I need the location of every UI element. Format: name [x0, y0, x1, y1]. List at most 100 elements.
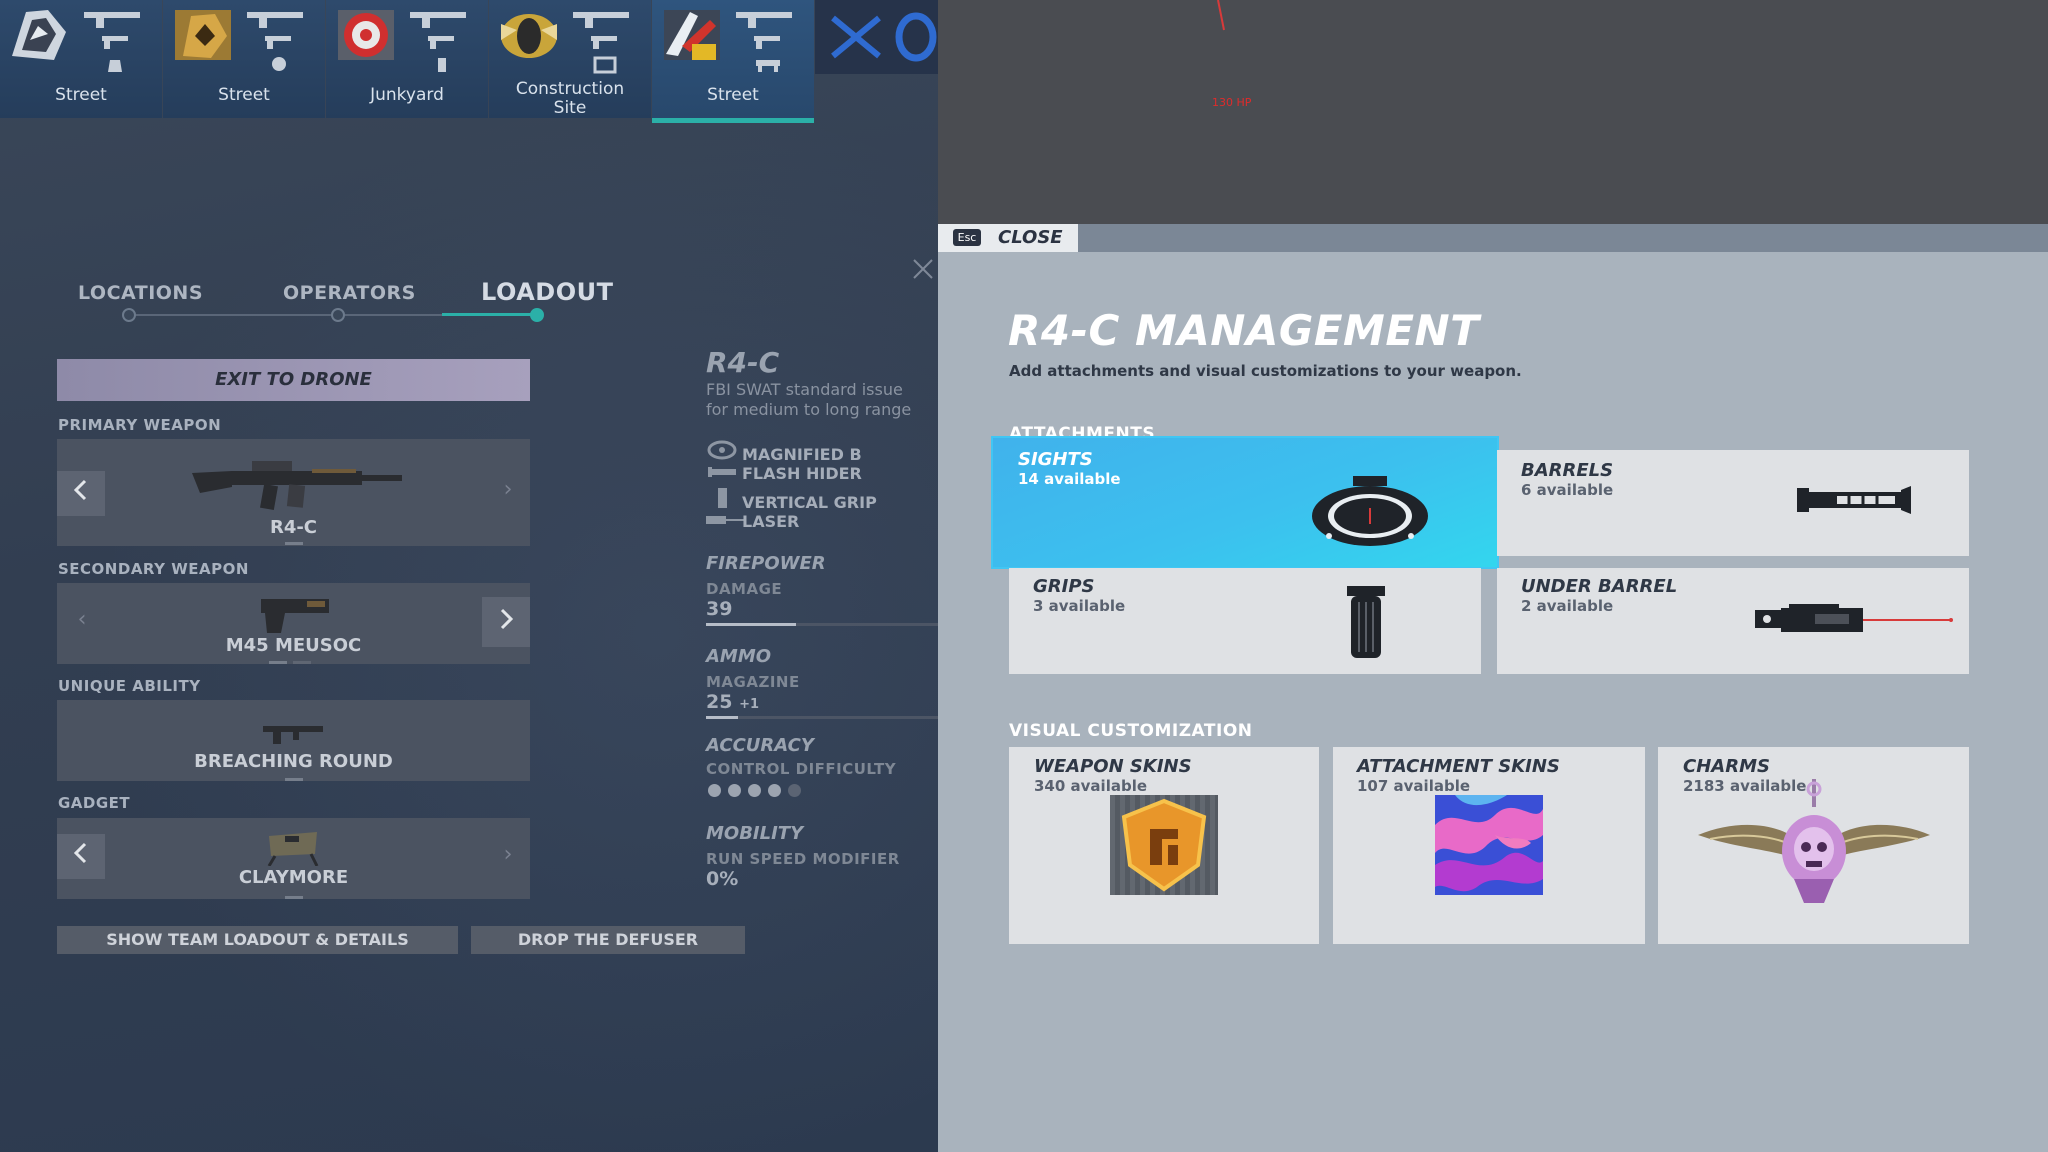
chevron-right-icon: [500, 608, 514, 630]
page-indicator: [269, 661, 287, 664]
tab-operators[interactable]: OPERATORS: [283, 282, 416, 304]
weapon-icons: [410, 12, 466, 72]
game-view-top: [938, 0, 2048, 224]
run-speed-value: 0%: [706, 868, 739, 890]
operator-map-label: Street: [218, 85, 270, 105]
laser-small-icon: [706, 512, 746, 531]
damage-value: 39: [706, 598, 733, 620]
accuracy-header: ACCURACY: [706, 735, 814, 756]
ammo-header: AMMO: [706, 646, 772, 667]
weapon-icons: [84, 12, 140, 72]
operator-icon-4: [501, 14, 557, 58]
damage-label: DAMAGE: [706, 580, 783, 598]
tab-dot-operators: [331, 308, 345, 322]
weapon-icons: [736, 12, 792, 72]
difficulty-dot: [728, 784, 741, 797]
collapse-x-icon[interactable]: [912, 258, 934, 280]
operator-card-5[interactable]: Street: [652, 0, 814, 123]
unique-ability-name: BREACHING ROUND: [194, 751, 393, 772]
primary-weapon-name: R4-C: [269, 517, 318, 538]
weapon-icons: [247, 12, 303, 71]
grips-card[interactable]: GRIPS 3 available: [1009, 568, 1481, 674]
weapon-management-panel: [938, 252, 2048, 1152]
show-team-loadout-button[interactable]: SHOW TEAM LOADOUT & DETAILS: [57, 926, 458, 954]
grip-small-icon: [706, 488, 742, 512]
card-title: ATTACHMENT SKINS: [1357, 756, 1560, 777]
barrel-small-icon: [706, 464, 742, 483]
page-indicator: [293, 661, 311, 664]
unique-ability-slot[interactable]: BREACHING ROUND: [57, 700, 530, 781]
card-title: SIGHTS: [1018, 449, 1093, 470]
card-title: WEAPON SKINS: [1034, 756, 1192, 777]
tab-loadout[interactable]: LOADOUT: [481, 278, 613, 306]
primary-next-button[interactable]: ›: [493, 477, 523, 502]
firepower-header: FIREPOWER: [706, 553, 826, 574]
compass-marker-icon: [1217, 0, 1225, 31]
charms-card[interactable]: CHARMS 2183 available: [1658, 747, 1969, 944]
skin-badge-icon: [1110, 795, 1218, 895]
operator-card-3[interactable]: Junkyard: [326, 0, 488, 118]
management-subtitle: Add attachments and visual customization…: [1009, 362, 1522, 380]
attackers-icon: [831, 15, 881, 59]
magazine-value: 25 +1: [706, 691, 760, 713]
gadget-next-button[interactable]: ›: [493, 842, 523, 867]
pistol-icon: [261, 599, 329, 633]
card-subtitle: 107 available: [1357, 777, 1471, 795]
r4c-rifle-icon: [192, 461, 402, 511]
damage-bar-fill: [706, 623, 797, 626]
under-barrel-card[interactable]: UNDER BARREL 2 available: [1497, 568, 1969, 674]
card-title: UNDER BARREL: [1521, 576, 1678, 597]
tab-progress-active: [442, 313, 542, 316]
secondary-weapon-slot[interactable]: ‹ M45 MEUSOC: [57, 583, 530, 664]
operator-card-1[interactable]: Street: [0, 0, 162, 118]
operator-icon-1: [12, 10, 66, 60]
attachment-grip-row: VERTICAL GRIP: [706, 488, 877, 512]
attachment-sight-row: MAGNIFIED B: [706, 440, 862, 464]
attachment-laser-row: LASER: [706, 512, 799, 531]
secondary-prev-button[interactable]: ‹: [67, 607, 97, 632]
exit-to-drone-button[interactable]: EXIT TO DRONE: [57, 359, 530, 401]
magazine-bar-fill: [706, 716, 739, 719]
management-title: R4-C MANAGEMENT: [1008, 306, 1480, 355]
gadget-name: CLAYMORE: [238, 867, 349, 888]
magazine-bar: [706, 716, 938, 719]
sight-small-icon: [706, 440, 742, 464]
operator-map-label: Junkyard: [370, 85, 444, 105]
secondary-next-button[interactable]: [482, 597, 530, 647]
operator-card-2[interactable]: Street: [163, 0, 325, 118]
mobility-header: MOBILITY: [706, 823, 804, 844]
barrels-card[interactable]: BARRELS 6 available: [1497, 450, 1969, 556]
operator-map-label: Street: [55, 85, 107, 105]
defenders-icon: [895, 12, 937, 62]
control-difficulty-label: CONTROL DIFFICULTY: [706, 760, 897, 778]
page-indicator: [285, 778, 303, 781]
weapon-skins-card[interactable]: WEAPON SKINS 340 available: [1009, 747, 1319, 944]
damage-bar: [706, 623, 938, 626]
health-readout: 130 HP: [1212, 96, 1252, 109]
drop-defuser-button[interactable]: DROP THE DEFUSER: [471, 926, 745, 954]
primary-prev-button[interactable]: [57, 471, 105, 516]
page-indicator: [285, 542, 303, 545]
attachment-skins-card[interactable]: ATTACHMENT SKINS 107 available: [1333, 747, 1645, 944]
card-subtitle: 2 available: [1521, 597, 1614, 615]
weapon-description: FBI SWAT standard issue for medium to lon…: [706, 380, 912, 419]
sights-card[interactable]: SIGHTS 14 available: [993, 438, 1497, 567]
gadget-slot[interactable]: CLAYMORE ›: [57, 818, 530, 899]
grip-icon: [1347, 586, 1385, 658]
close-bar: [938, 224, 2048, 252]
esc-key-hint: Esc: [953, 229, 981, 246]
chevron-left-icon: [73, 479, 87, 501]
operator-icon-3: [338, 10, 394, 60]
difficulty-dot: [788, 784, 801, 797]
operator-card-4[interactable]: Construction Site: [489, 0, 651, 118]
attachment-barrel-row: FLASH HIDER: [706, 464, 862, 483]
primary-weapon-slot[interactable]: R4-C ›: [57, 439, 530, 546]
camo-swatch-icon: [1435, 795, 1543, 895]
tab-locations[interactable]: LOCATIONS: [78, 282, 203, 304]
gadget-label: GADGET: [58, 794, 131, 812]
close-label[interactable]: CLOSE: [998, 227, 1063, 248]
card-subtitle: 14 available: [1018, 470, 1121, 488]
magazine-label: MAGAZINE: [706, 673, 800, 691]
claymore-icon: [267, 832, 319, 866]
secondary-weapon-name: M45 MEUSOC: [225, 635, 362, 656]
